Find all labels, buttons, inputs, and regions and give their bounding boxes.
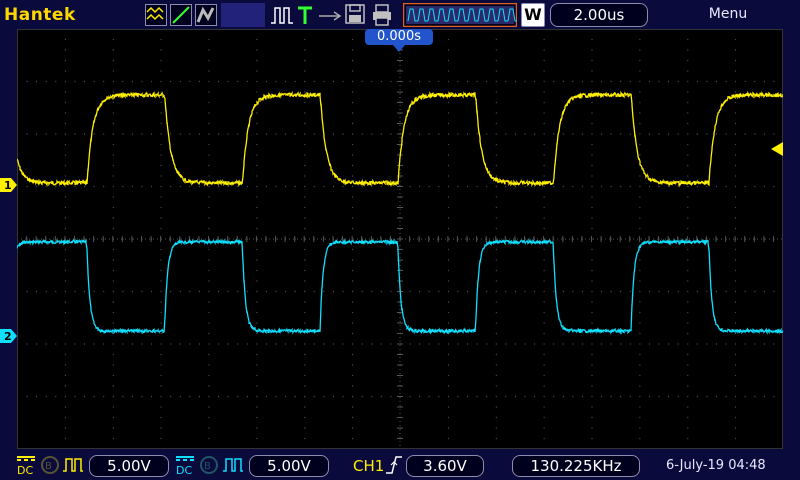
trigger-status-icon [298, 6, 312, 24]
channel-2-coupling-icon[interactable]: DC [174, 454, 196, 476]
save-disk-icon[interactable] [345, 4, 365, 24]
line-draw-icon[interactable] [170, 4, 192, 26]
trigger-source[interactable]: CH1 [353, 457, 384, 475]
date-time: 6-July-19 04:48 [666, 458, 766, 473]
channel-1-scale[interactable]: 5.00V [89, 455, 169, 477]
trigger-position-marker[interactable]: 0.000s [365, 29, 433, 45]
trigger-position-arrow-icon [393, 45, 405, 52]
svg-text:B: B [204, 461, 211, 472]
trigger-level[interactable]: 3.60V [406, 455, 484, 477]
channel-1-coupling-icon[interactable]: DC [15, 454, 37, 476]
channel-2-coupling-label: DC [176, 464, 192, 476]
channel-2-marker-label: 2 [4, 330, 12, 343]
channel-1-waveform-icon [63, 458, 83, 472]
channel-1-coupling-label: DC [17, 464, 33, 476]
printer-icon[interactable] [372, 4, 392, 26]
persistence-icon[interactable] [195, 4, 217, 26]
trigger-rising-edge-icon[interactable] [385, 455, 403, 475]
memory-depth-indicator [221, 3, 265, 27]
top-status-bar: Hantek W 2.00us Menu [0, 0, 800, 30]
svg-text:B: B [45, 461, 52, 472]
timebase-mode-badge: W [521, 3, 545, 27]
channel-1-marker-label: 1 [4, 179, 12, 192]
channel-1-waveform [16, 90, 784, 188]
menu-button[interactable]: Menu [690, 6, 766, 22]
waveform-mode-icon[interactable] [145, 4, 167, 26]
usb-icon [319, 11, 342, 21]
channel-1-bandwidth-icon[interactable]: B [40, 455, 60, 475]
channel-2-scale[interactable]: 5.00V [249, 455, 329, 477]
channel-2-waveform-icon [223, 458, 243, 472]
run-stop-pulse-icon[interactable] [270, 5, 294, 25]
waveform-canvas [16, 28, 784, 450]
timebase-value[interactable]: 2.00us [550, 3, 648, 27]
memory-overview-icon [403, 3, 517, 27]
grid-center-ticks [16, 28, 774, 450]
bottom-status-bar: DC B 5.00V DC B 5.00V CH1 3.60V 130.225K… [0, 450, 800, 480]
channel-1-marker[interactable]: 1 [0, 178, 17, 192]
frequency-readout: 130.225KHz [512, 455, 640, 477]
trigger-level-marker-icon[interactable] [771, 142, 783, 156]
brand-logo: Hantek [4, 5, 76, 25]
waveform-display [16, 28, 784, 450]
channel-2-marker[interactable]: 2 [0, 329, 17, 343]
channel-2-bandwidth-icon[interactable]: B [199, 455, 219, 475]
channel-2-waveform [16, 238, 784, 336]
